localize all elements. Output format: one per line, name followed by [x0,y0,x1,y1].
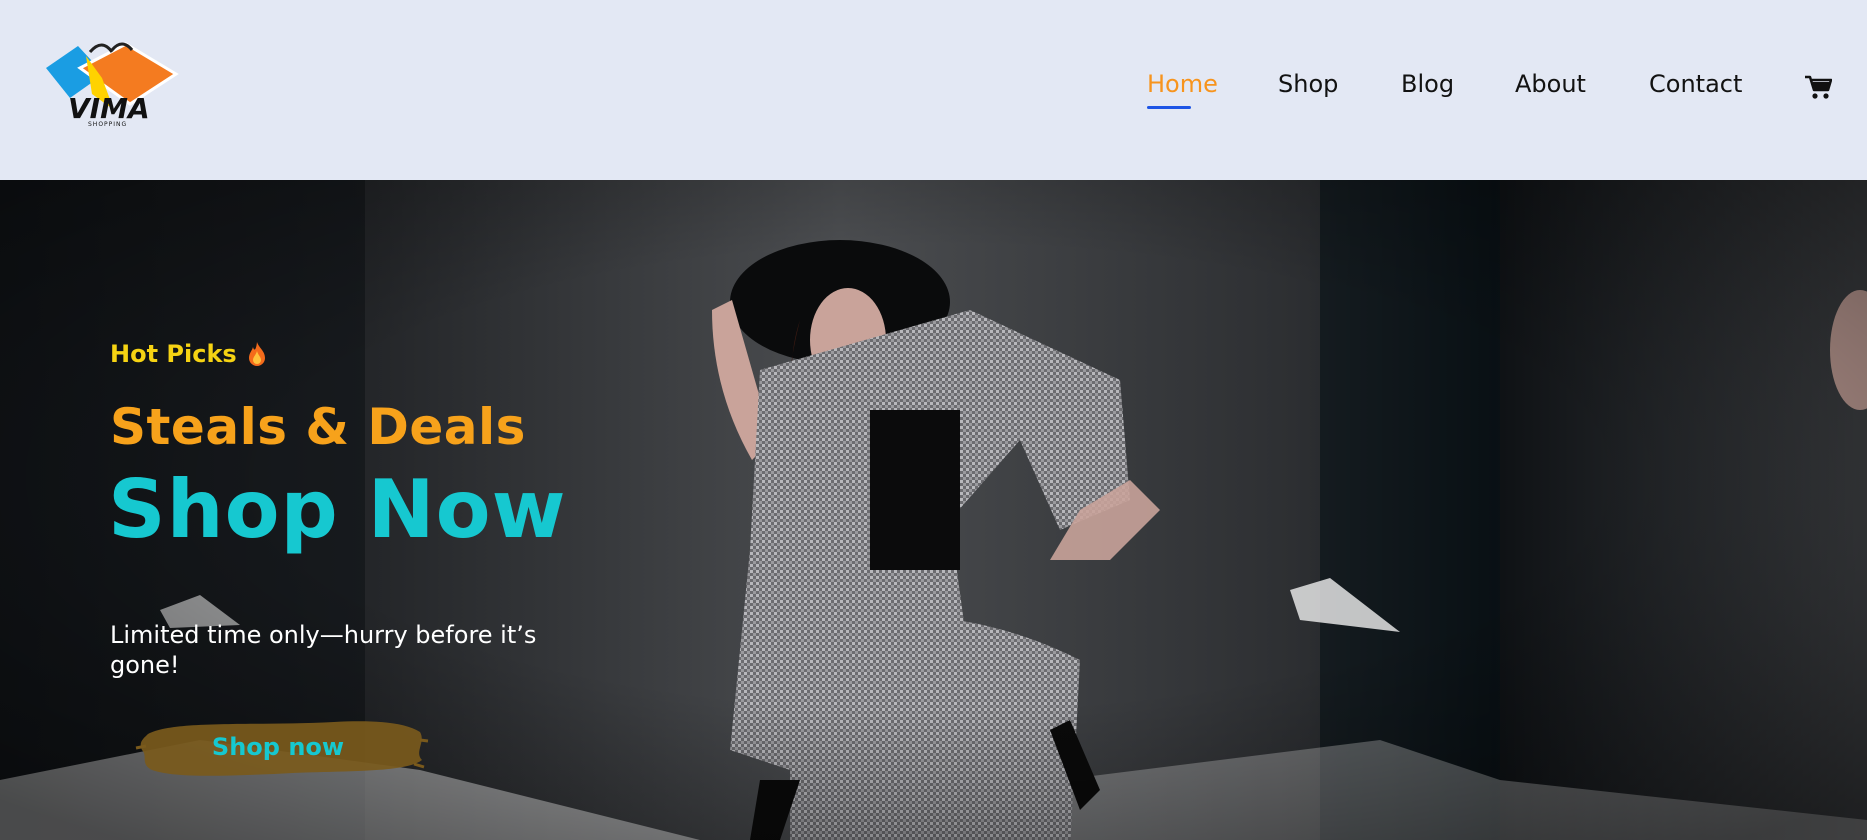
hero-title: Shop Now [108,463,567,556]
hero-banner: Hot Picks Steals & Deals Shop Now Limite… [0,180,1867,840]
main-nav: Home Shop Blog About Contact [0,70,1867,110]
svg-text:SHOPPING: SHOPPING [88,121,127,128]
nav-about[interactable]: About [1515,70,1586,98]
hot-picks-label: Hot Picks [110,340,267,368]
fire-icon [247,341,267,367]
nav-shop[interactable]: Shop [1278,70,1338,98]
shop-now-button-label: Shop now [211,733,345,761]
site-header: VIMA SHOPPING Home Shop Blog About Conta… [0,0,1867,180]
nav-blog[interactable]: Blog [1401,70,1454,98]
hero-tagline: Limited time only—hurry before it’s gone… [110,621,537,679]
nav-active-underline [1147,106,1191,109]
nav-contact[interactable]: Contact [1649,70,1742,98]
shop-now-button[interactable]: Shop now [134,712,430,782]
shopping-cart-icon[interactable] [1804,74,1833,100]
hot-picks-text: Hot Picks [110,340,237,368]
nav-home[interactable]: Home [1147,70,1218,98]
hero-headline: Steals & Deals [110,398,526,456]
